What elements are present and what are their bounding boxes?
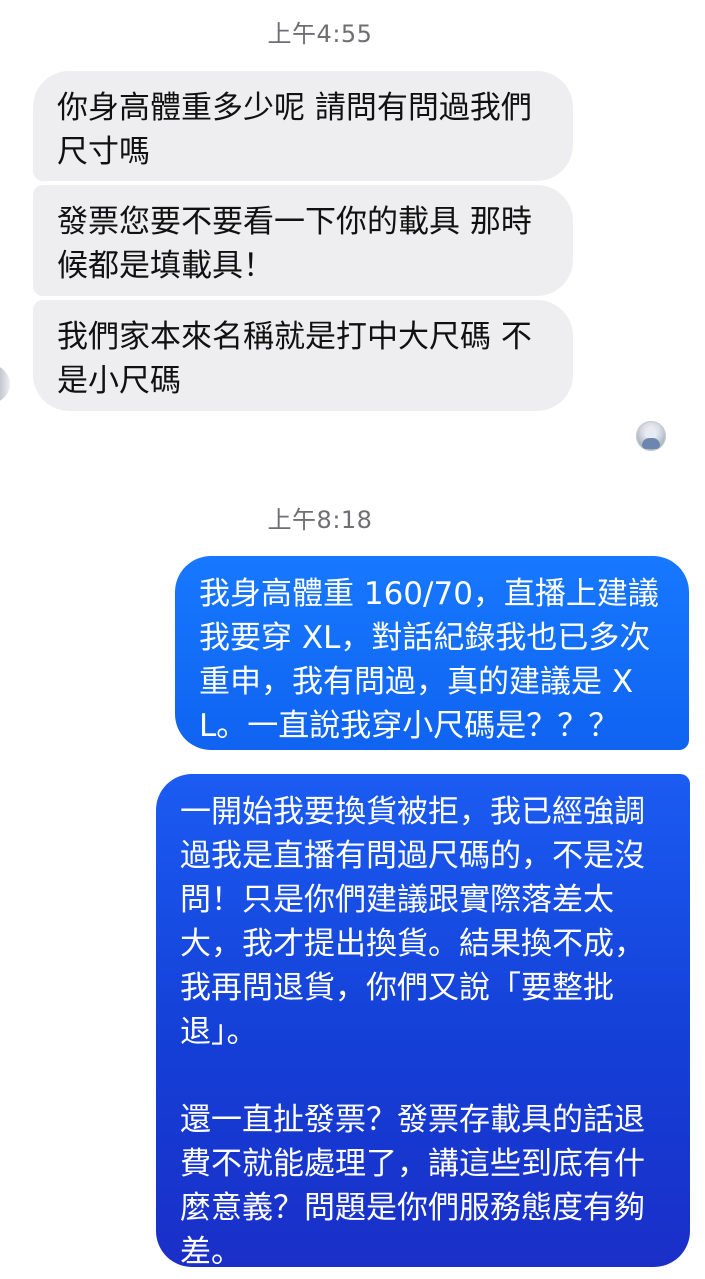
incoming-message-bubble[interactable]: 我們家本來名稱就是打中大尺碼 不是小尺碼	[33, 300, 573, 411]
timestamp-morning-second: 上午8:18	[267, 506, 373, 534]
outgoing-message-bubble[interactable]: 一開始我要換貨被拒，我已經強調過我是直播有問過尺碼的，不是沒問！只是你們建議跟實…	[156, 774, 690, 1270]
partial-avatar-icon	[0, 365, 10, 403]
incoming-message-bubble[interactable]: 發票您要不要看一下你的載具 那時候都是填載具！	[33, 185, 573, 296]
seen-avatar-icon	[636, 421, 666, 451]
incoming-message-bubble[interactable]: 你身高體重多少呢 請問有問過我們尺寸嗎	[33, 71, 573, 181]
outgoing-message-bubble[interactable]: 我身高體重 160/70，直播上建議我要穿 XL，對話紀錄我也已多次重申，我有問…	[175, 556, 689, 750]
timestamp-morning-first: 上午4:55	[267, 20, 373, 48]
